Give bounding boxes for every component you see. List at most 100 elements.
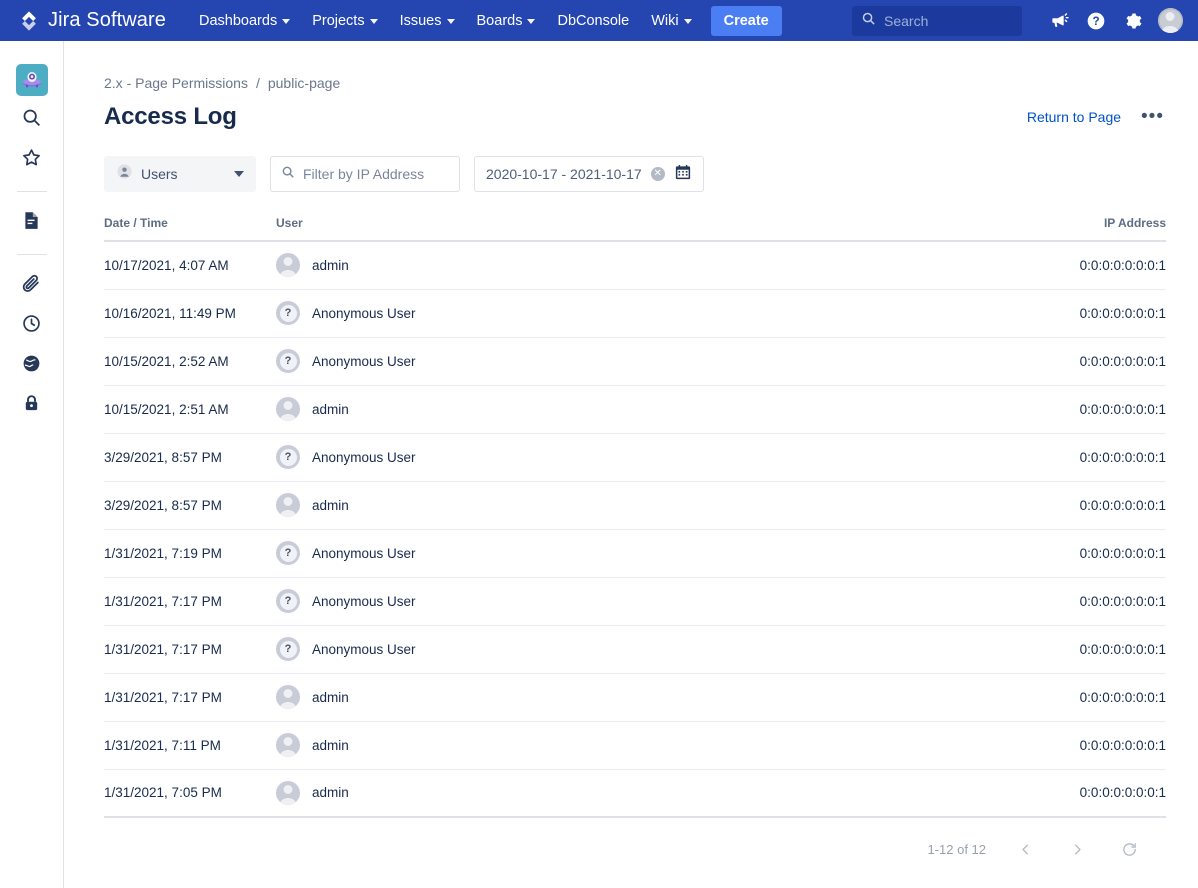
user-avatar[interactable] (1154, 5, 1186, 37)
cell-ip-address: 0:0:0:0:0:0:0:1 (1018, 433, 1166, 482)
breadcrumb-item-space[interactable]: 2.x - Page Permissions (104, 75, 248, 91)
cell-user-name: Anonymous User (312, 641, 416, 657)
user-cell: admin (276, 685, 1018, 709)
column-header-datetime: Date / Time (104, 216, 276, 242)
table-row[interactable]: 10/17/2021, 4:07 AM admin 0:0:0:0:0:0:0:1 (104, 241, 1166, 290)
user-filter-label: Users (141, 166, 178, 182)
nav-item-boards[interactable]: Boards (466, 7, 547, 35)
return-to-page-link[interactable]: Return to Page (1027, 109, 1121, 125)
cell-ip-address: 0:0:0:0:0:0:0:1 (1018, 577, 1166, 626)
pagination-count: 1-12 of 12 (927, 841, 986, 857)
table-body: 10/17/2021, 4:07 AM admin 0:0:0:0:0:0:0:1 1… (104, 241, 1166, 818)
globe-icon (21, 353, 42, 379)
nav-item-dbconsole[interactable]: DbConsole (546, 7, 640, 35)
sidebar-item-pages[interactable] (12, 203, 52, 243)
page-document-icon (21, 210, 42, 236)
sidebar-item-starred[interactable] (12, 140, 52, 180)
pagination-prev-button[interactable] (1012, 836, 1038, 862)
jira-diamond-logo-icon (18, 10, 40, 32)
breadcrumb-item-page[interactable]: public-page (268, 75, 340, 91)
nav-item-issues[interactable]: Issues (389, 7, 466, 35)
user-cell: admin (276, 493, 1018, 517)
cell-user: admin (276, 241, 1018, 290)
sidebar-item-history[interactable] (12, 306, 52, 346)
sidebar-item-attachments[interactable] (12, 266, 52, 306)
table-row[interactable]: 10/16/2021, 11:49 PM? Anonymous User 0:0:0… (104, 289, 1166, 338)
ip-filter-placeholder: Filter by IP Address (303, 166, 425, 182)
refresh-button[interactable] (1116, 836, 1142, 862)
nav-item-dashboards[interactable]: Dashboards (188, 7, 301, 35)
cell-user: ? Anonymous User (276, 289, 1018, 338)
anonymous-user-avatar-icon: ? (276, 445, 300, 469)
question-mark-icon: ? (279, 448, 297, 466)
cell-ip-address: 0:0:0:0:0:0:0:1 (1018, 673, 1166, 722)
date-range-picker[interactable]: 2020-10-17 - 2021-10-17 ✕ (474, 156, 704, 192)
table-row[interactable]: 1/31/2021, 7:19 PM? Anonymous User 0:0:0:0… (104, 529, 1166, 578)
help-icon[interactable]: ? (1080, 5, 1112, 37)
cell-ip-address: 0:0:0:0:0:0:0:1 (1018, 625, 1166, 674)
cell-ip-address: 0:0:0:0:0:0:0:1 (1018, 481, 1166, 530)
anonymous-user-avatar-icon: ? (276, 301, 300, 325)
pagination-next-button[interactable] (1064, 836, 1090, 862)
nav-label: Wiki (651, 12, 679, 29)
sidebar-item-global[interactable] (12, 346, 52, 386)
table-row[interactable]: 10/15/2021, 2:51 AM admin 0:0:0:0:0:0:0:1 (104, 385, 1166, 434)
cell-ip-address: 0:0:0:0:0:0:0:1 (1018, 241, 1166, 290)
cell-user: admin (276, 721, 1018, 770)
breadcrumb-separator: / (255, 75, 260, 91)
nav-item-projects[interactable]: Projects (301, 7, 388, 35)
nav-item-wiki[interactable]: Wiki (640, 7, 702, 35)
cell-user-name: admin (312, 737, 349, 753)
pagination-controls: 1-12 of 12 (104, 836, 1166, 862)
table-row[interactable]: 1/31/2021, 7:17 PM? Anonymous User 0:0:0:0… (104, 625, 1166, 674)
anonymous-user-avatar-icon: ? (276, 349, 300, 373)
ip-address-filter-input[interactable]: Filter by IP Address (270, 156, 460, 192)
sidebar-item-search[interactable] (12, 100, 52, 140)
table-row[interactable]: 1/31/2021, 7:17 PM admin 0:0:0:0:0:0:0:1 (104, 673, 1166, 722)
more-actions-button[interactable]: ••• (1135, 107, 1170, 127)
create-button[interactable]: Create (710, 5, 782, 36)
question-mark-icon: ? (279, 352, 297, 370)
paperclip-icon (21, 273, 42, 299)
user-cell: ? Anonymous User (276, 541, 1018, 565)
user-avatar-icon (276, 733, 300, 757)
search-icon (21, 107, 42, 133)
page-header-row: Access Log Return to Page ••• (104, 103, 1170, 131)
search-icon (861, 11, 876, 31)
table-row[interactable]: 1/31/2021, 7:11 PM admin 0:0:0:0:0:0:0:1 (104, 721, 1166, 770)
calendar-icon[interactable] (674, 163, 692, 186)
settings-gear-icon[interactable] (1117, 5, 1149, 37)
clear-circle-icon[interactable]: ✕ (650, 167, 665, 181)
user-filter-select[interactable]: Users (104, 156, 256, 192)
table-row[interactable]: 10/15/2021, 2:52 AM? Anonymous User 0:0:0:… (104, 337, 1166, 386)
global-search-input[interactable]: Search (884, 13, 928, 29)
user-cell: ? Anonymous User (276, 637, 1018, 661)
chevron-down-icon (282, 19, 291, 24)
main-content: 2.x - Page Permissions / public-page Acc… (64, 41, 1198, 888)
user-avatar-icon (276, 780, 300, 805)
table-row[interactable]: 3/29/2021, 8:57 PM? Anonymous User 0:0:0:0… (104, 433, 1166, 482)
sidebar-divider (16, 254, 47, 255)
cell-user-name: Anonymous User (312, 449, 416, 465)
nav-label: DbConsole (557, 12, 630, 29)
question-glyph: ? (284, 306, 292, 319)
table-row[interactable]: 3/29/2021, 8:57 PM admin 0:0:0:0:0:0:0:1 (104, 481, 1166, 530)
global-search-box[interactable]: Search (852, 5, 1022, 36)
sidebar-item-permissions[interactable] (12, 386, 52, 426)
cell-user-name: Anonymous User (312, 305, 416, 321)
user-cell: ? Anonymous User (276, 589, 1018, 613)
sidebar-item-project-avatar[interactable] (12, 60, 52, 100)
brand-home-link[interactable]: Jira Software (18, 9, 166, 32)
user-cell: admin (276, 733, 1018, 757)
table-header-row: Date / Time User IP Address (104, 216, 1166, 242)
star-icon (21, 147, 42, 173)
nav-right-group: Search ? (852, 5, 1198, 37)
cell-ip-address: 0:0:0:0:0:0:0:1 (1018, 337, 1166, 386)
megaphone-icon[interactable] (1043, 5, 1075, 37)
cell-user: ? Anonymous User (276, 529, 1018, 578)
question-mark-icon: ? (279, 592, 297, 610)
table-row[interactable]: 1/31/2021, 7:05 PM admin 0:0:0:0:0:0:0:1 (104, 769, 1166, 818)
cell-datetime: 10/15/2021, 2:51 AM (104, 385, 276, 434)
table-row[interactable]: 1/31/2021, 7:17 PM? Anonymous User 0:0:0:0… (104, 577, 1166, 626)
cell-ip-address: 0:0:0:0:0:0:0:1 (1018, 385, 1166, 434)
